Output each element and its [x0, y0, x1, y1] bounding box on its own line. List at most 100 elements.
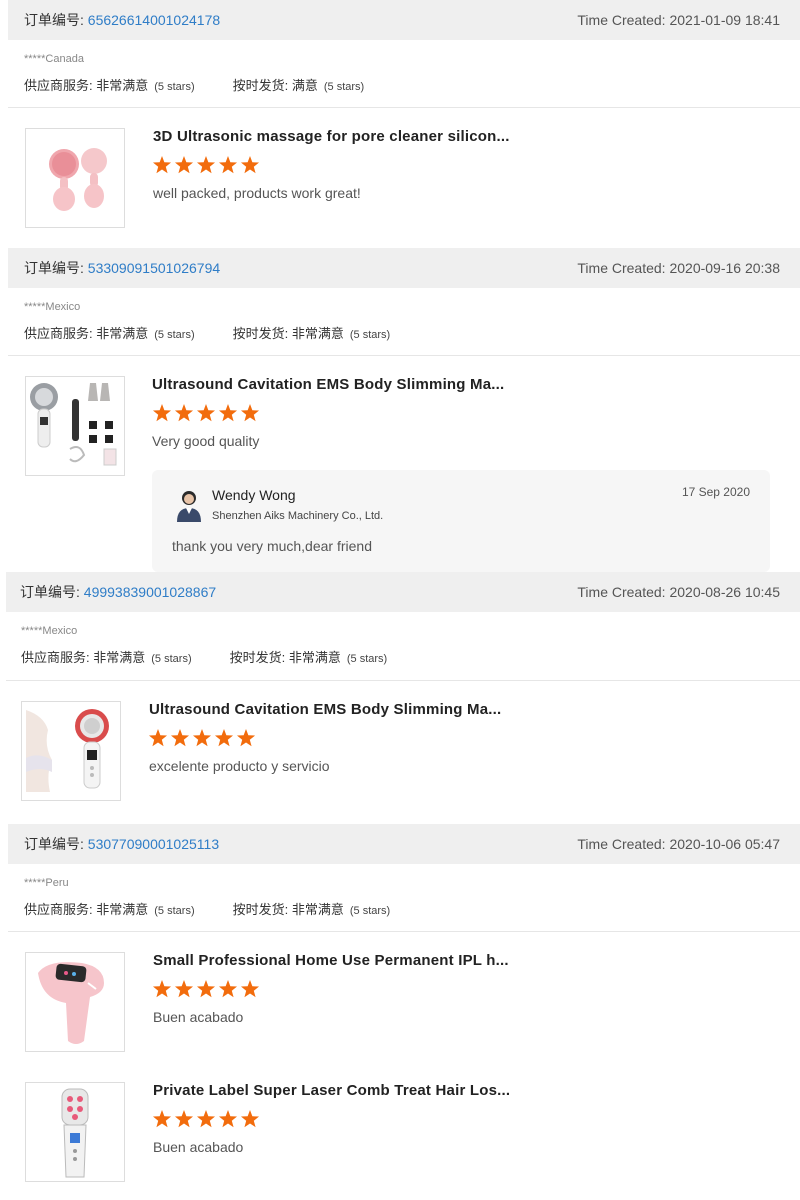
review-comment: excelente producto y servicio: [149, 758, 330, 774]
supplier-service-value: 非常满意: [96, 902, 149, 917]
star-icon: [170, 729, 190, 747]
buyer-name: *****Peru: [24, 877, 69, 889]
order-number-link[interactable]: 65626614001024178: [88, 12, 220, 28]
product-title[interactable]: Ultrasound Cavitation EMS Body Slimming …: [149, 701, 501, 718]
star-icon: [218, 404, 238, 422]
time-created: Time Created: 2020-09-16 20:38: [577, 260, 780, 276]
star-icon: [240, 1110, 260, 1128]
review-comment: Very good quality: [152, 433, 260, 449]
order-header: 订单编号: 49993839001028867 Time Created: 20…: [6, 572, 800, 612]
order-ratings: 供应商服务: 非常满意 (5 stars) 按时发货: 非常满意 (5 stars): [24, 323, 390, 342]
supplier-service-value: 非常满意: [96, 326, 149, 341]
on-time-label: 按时发货:: [232, 78, 289, 93]
product-thumbnail[interactable]: [25, 1082, 125, 1182]
on-time-value: 非常满意: [291, 902, 344, 917]
star-icon: [196, 404, 216, 422]
body-slimming-image: [22, 702, 120, 800]
order-number-label: 订单编号:: [24, 836, 84, 852]
order-ratings: 供应商服务: 非常满意 (5 stars) 按时发货: 满意 (5 stars): [24, 75, 364, 94]
order-ratings: 供应商服务: 非常满意 (5 stars) 按时发货: 非常满意 (5 stars): [21, 647, 387, 666]
star-icon: [196, 156, 216, 174]
reply-text: thank you very much,dear friend: [172, 538, 372, 554]
time-created: Time Created: 2020-08-26 10:45: [577, 584, 780, 600]
star-icon: [152, 980, 172, 998]
laser-comb-image: [26, 1083, 124, 1181]
divider: [8, 931, 800, 932]
star-icon: [214, 729, 234, 747]
review-comment: well packed, products work great!: [153, 185, 361, 201]
product-review: Small Professional Home Use Permanent IP…: [0, 952, 800, 1052]
star-icon: [192, 729, 212, 747]
star-icon: [174, 404, 194, 422]
supplier-service-label: 供应商服务:: [24, 78, 93, 93]
product-review: Ultrasound Cavitation EMS Body Slimming …: [0, 701, 800, 801]
star-icon: [240, 980, 260, 998]
on-time-stars: (5 stars): [349, 329, 391, 341]
star-rating: [148, 728, 256, 748]
star-icon: [240, 404, 260, 422]
reply-date: 17 Sep 2020: [681, 485, 750, 499]
order-header: 订单编号: 53309091501026794 Time Created: 20…: [8, 248, 800, 288]
divider: [6, 680, 800, 681]
divider: [8, 355, 800, 356]
supplier-service-value: 非常满意: [93, 650, 146, 665]
star-icon: [174, 156, 194, 174]
star-icon: [152, 404, 172, 422]
supplier-service-label: 供应商服务:: [24, 902, 93, 917]
star-icon: [148, 729, 168, 747]
star-icon: [240, 156, 260, 174]
star-rating: [152, 403, 260, 423]
supplier-service-stars: (5 stars): [154, 905, 195, 917]
product-thumbnail[interactable]: [21, 701, 121, 801]
review-comment: Buen acabado: [153, 1139, 244, 1155]
product-title[interactable]: Private Label Super Laser Comb Treat Hai…: [153, 1082, 510, 1099]
product-thumbnail[interactable]: [25, 952, 125, 1052]
order-header: 订单编号: 65626614001024178 Time Created: 20…: [8, 0, 800, 40]
reply-author-name: Wendy Wong: [212, 487, 296, 503]
star-icon: [236, 729, 256, 747]
seller-reply: Wendy Wong Shenzhen Aiks Machinery Co., …: [152, 470, 770, 572]
order-number-label: 订单编号:: [20, 584, 80, 600]
star-icon: [174, 1110, 194, 1128]
buyer-name: *****Canada: [24, 53, 84, 65]
star-icon: [196, 1110, 216, 1128]
product-review: Private Label Super Laser Comb Treat Hai…: [0, 1082, 800, 1182]
supplier-service-label: 供应商服务:: [24, 326, 93, 341]
star-rating: [152, 1109, 260, 1129]
buyer-name: *****Mexico: [24, 301, 81, 313]
five-star-icon: [148, 729, 256, 747]
on-time-value: 满意: [291, 78, 318, 93]
on-time-label: 按时发货:: [232, 902, 289, 917]
product-thumbnail[interactable]: [25, 376, 125, 476]
divider: [8, 107, 800, 108]
star-icon: [196, 980, 216, 998]
order-number-link[interactable]: 49993839001028867: [84, 584, 216, 600]
ipl-device-image: [26, 953, 124, 1051]
supplier-service-label: 供应商服务:: [21, 650, 90, 665]
star-icon: [152, 156, 172, 174]
on-time-label: 按时发货:: [229, 650, 286, 665]
on-time-stars: (5 stars): [346, 653, 388, 665]
review-comment: Buen acabado: [153, 1009, 244, 1025]
supplier-service-stars: (5 stars): [151, 653, 192, 665]
order-number-label: 订单编号:: [24, 260, 84, 276]
order-number-link[interactable]: 53309091501026794: [88, 260, 220, 276]
star-icon: [218, 1110, 238, 1128]
product-thumbnail[interactable]: [25, 128, 125, 228]
on-time-stars: (5 stars): [323, 81, 365, 93]
product-title[interactable]: 3D Ultrasonic massage for pore cleaner s…: [153, 128, 510, 145]
massager-product-image: [26, 129, 124, 227]
on-time-value: 非常满意: [288, 650, 341, 665]
star-rating: [152, 979, 260, 999]
supplier-service-stars: (5 stars): [154, 81, 195, 93]
product-title[interactable]: Small Professional Home Use Permanent IP…: [153, 952, 509, 969]
product-title[interactable]: Ultrasound Cavitation EMS Body Slimming …: [152, 376, 504, 393]
time-created: Time Created: 2021-01-09 18:41: [577, 12, 780, 28]
order-number-link[interactable]: 53077090001025113: [88, 836, 219, 852]
avatar: [177, 491, 201, 522]
star-icon: [174, 980, 194, 998]
order-number-label: 订单编号:: [24, 12, 84, 28]
five-star-icon: [152, 404, 260, 422]
reply-company: Shenzhen Aiks Machinery Co., Ltd.: [212, 510, 384, 522]
on-time-value: 非常满意: [291, 326, 344, 341]
